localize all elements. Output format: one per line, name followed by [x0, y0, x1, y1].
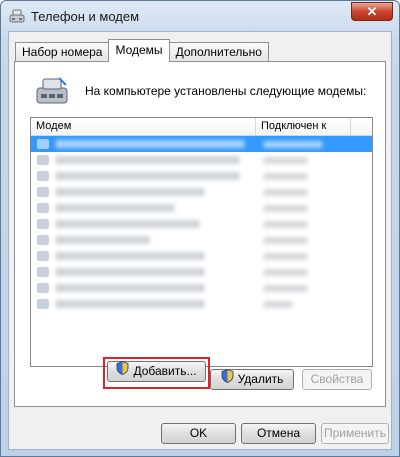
blurred-port [263, 300, 293, 308]
add-button-label: Добавить... [133, 364, 197, 379]
blurred-modem-name [55, 172, 240, 180]
modem-row-icon [37, 203, 49, 213]
dialog-client-area: Набор номера Модемы Дополнительно На ком… [8, 31, 392, 450]
tab-advanced[interactable]: Дополнительно [168, 42, 269, 62]
close-button[interactable]: ✕ [351, 2, 393, 21]
modem-phone-icon [35, 76, 69, 106]
blurred-port [263, 252, 308, 260]
remove-button[interactable]: Удалить [210, 369, 294, 390]
ok-button-label: OK [189, 426, 208, 440]
blurred-modem-name [55, 268, 205, 276]
listview-header: Модем Подключен к [31, 118, 372, 136]
dialog-window: Телефон и модем ✕ Набор номера Модемы До… [0, 0, 400, 457]
blurred-port [263, 268, 308, 276]
table-row[interactable] [31, 264, 372, 280]
blurred-modem-name [55, 204, 175, 212]
uac-shield-icon [221, 369, 234, 389]
blurred-port [263, 204, 308, 212]
modem-row-icon [37, 187, 49, 197]
blurred-modem-name [55, 188, 205, 196]
blurred-modem-name [55, 252, 205, 260]
table-row[interactable] [31, 280, 372, 296]
table-row[interactable] [31, 200, 372, 216]
modem-row-icon [37, 299, 49, 309]
cancel-button-label: Отмена [256, 426, 301, 440]
modems-header-text: На компьютере установлены следующие моде… [85, 84, 367, 98]
modem-row-icon [37, 251, 49, 261]
column-header-attached-to[interactable]: Подключен к [256, 118, 351, 135]
modem-row-icon [37, 155, 49, 165]
blurred-port [263, 156, 308, 164]
blurred-port [263, 140, 323, 148]
tab-strip: Набор номера Модемы Дополнительно [15, 39, 269, 62]
properties-button-label: Свойства [310, 372, 364, 386]
table-row[interactable] [31, 152, 372, 168]
column-header-modem[interactable]: Модем [31, 118, 256, 135]
table-row[interactable] [31, 232, 372, 248]
blurred-modem-name [55, 300, 205, 308]
phone-modem-icon [9, 8, 25, 24]
properties-button[interactable]: Свойства [302, 369, 372, 390]
remove-button-label: Удалить [237, 372, 284, 387]
blurred-port [263, 172, 308, 180]
add-button[interactable]: Добавить... [107, 361, 206, 382]
ok-button[interactable]: OK [161, 423, 236, 444]
blurred-modem-name [55, 284, 205, 292]
modem-row-icon [37, 283, 49, 293]
blurred-modem-name [55, 156, 240, 164]
blurred-port [263, 284, 308, 292]
apply-button-label: Применить [323, 426, 386, 440]
table-row[interactable] [31, 216, 372, 232]
blurred-modem-name [55, 220, 200, 228]
modem-row-icon [37, 267, 49, 277]
tab-dialing-rules[interactable]: Набор номера [15, 42, 110, 62]
tab-modems[interactable]: Модемы [108, 39, 170, 62]
table-row[interactable] [31, 184, 372, 200]
uac-shield-icon [116, 361, 129, 381]
table-row[interactable] [31, 136, 372, 152]
table-row[interactable] [31, 168, 372, 184]
title-bar[interactable]: Телефон и модем ✕ [1, 1, 399, 31]
table-row[interactable] [31, 248, 372, 264]
modem-row-icon [37, 171, 49, 181]
modem-row-icon [37, 235, 49, 245]
blurred-port [263, 220, 308, 228]
modems-tab-panel: На компьютере установлены следующие моде… [14, 61, 386, 407]
apply-button[interactable]: Применить [321, 423, 389, 444]
cancel-button[interactable]: Отмена [241, 423, 316, 444]
table-row[interactable] [31, 296, 372, 312]
modem-row-icon [37, 219, 49, 229]
modem-row-icon [37, 139, 49, 149]
blurred-modem-name [55, 236, 150, 244]
blurred-modem-name [55, 140, 245, 148]
blurred-port [263, 236, 308, 244]
modems-listview[interactable]: Модем Подключен к [30, 117, 373, 367]
blurred-port [263, 188, 308, 196]
window-title: Телефон и модем [31, 8, 140, 24]
